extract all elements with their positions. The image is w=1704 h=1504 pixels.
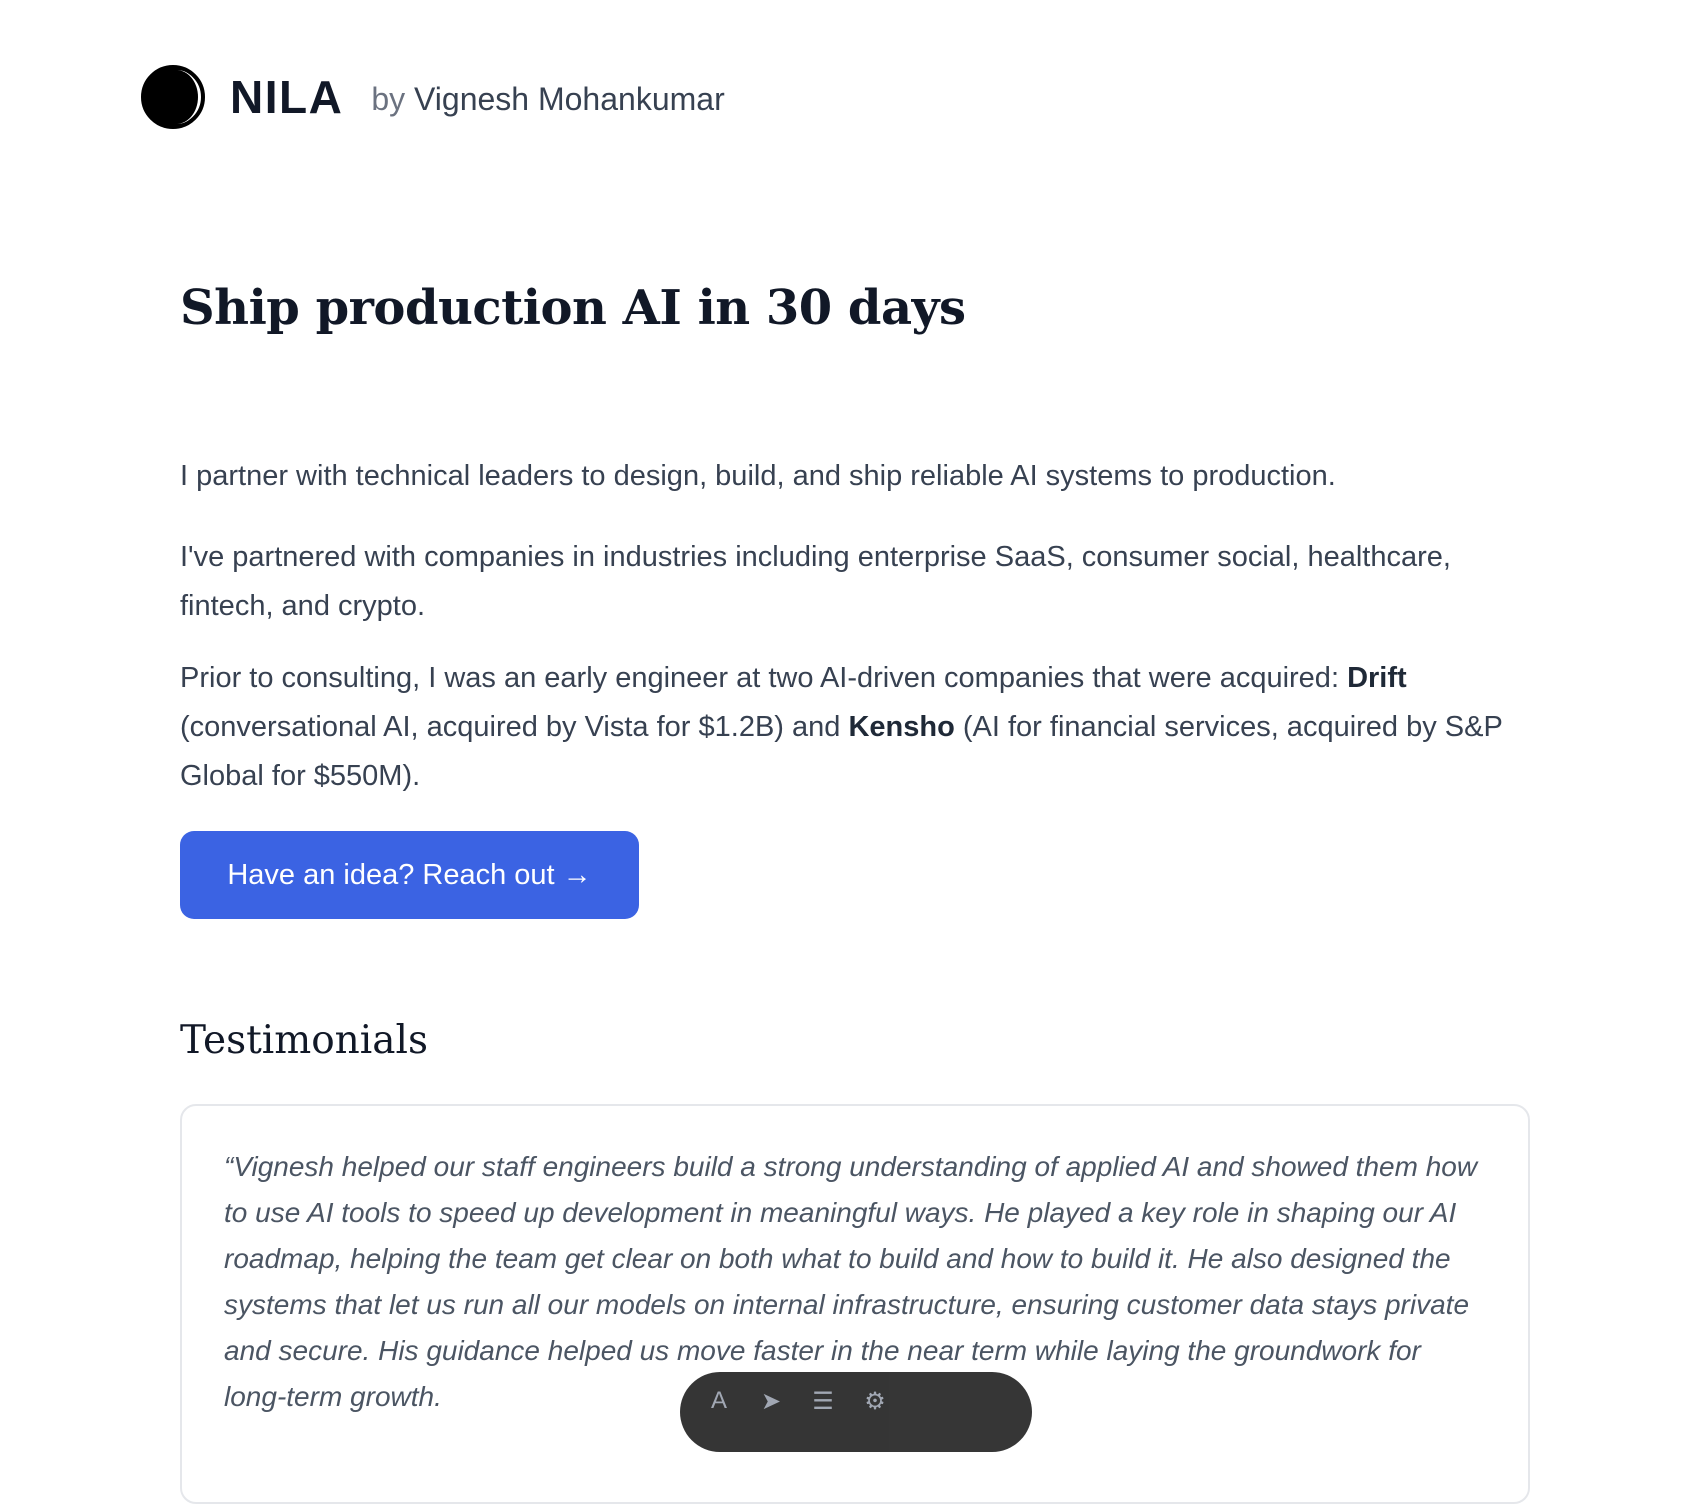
intro-paragraph: I partner with technical leaders to desi… [180, 460, 1336, 492]
gear-icon[interactable]: ⚙ [860, 1386, 890, 1416]
main-content: Ship production AI in 30 days I partner … [180, 280, 1530, 1504]
company-drift: Drift [1347, 662, 1407, 694]
moon-logo-icon[interactable] [140, 64, 206, 130]
floating-toolbar: A ➤ ☰ ⚙ [680, 1372, 1032, 1452]
background-text-1: Prior to consulting, I was an early engi… [180, 662, 1348, 694]
page-title: Ship production AI in 30 days [180, 280, 966, 336]
site-header: NILA by Vignesh Mohankumar [140, 62, 725, 132]
byline-prefix: by [371, 80, 406, 117]
background-text-2: (conversational AI, acquired by Vista fo… [180, 711, 849, 743]
send-icon[interactable]: ➤ [756, 1386, 786, 1416]
testimonials-heading: Testimonials [180, 1018, 429, 1063]
brand-name[interactable]: NILA [230, 70, 343, 124]
text-icon[interactable]: A [704, 1386, 734, 1416]
background-paragraph: Prior to consulting, I was an early engi… [180, 654, 1550, 801]
industries-paragraph: I've partnered with companies in industr… [180, 541, 1451, 622]
author-name: Vignesh Mohankumar [414, 80, 725, 117]
reach-out-button[interactable]: Have an idea? Reach out → [180, 831, 639, 919]
menu-icon[interactable]: ☰ [808, 1386, 838, 1416]
company-kensho: Kensho [848, 711, 955, 743]
byline: by Vignesh Mohankumar [371, 81, 724, 118]
